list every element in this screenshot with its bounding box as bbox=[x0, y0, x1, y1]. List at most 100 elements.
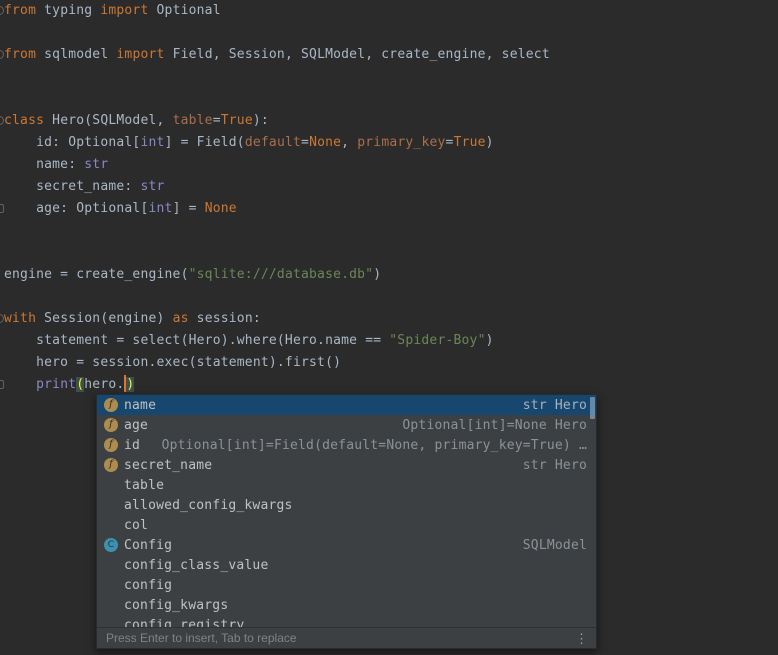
code-token: "sqlite:///database.db" bbox=[189, 267, 374, 282]
code-token: with bbox=[4, 311, 36, 326]
icon-placeholder bbox=[104, 598, 118, 612]
code-line[interactable]: from sqlmodel import Field, Session, SQL… bbox=[0, 44, 778, 66]
code-token: age: Optional[ bbox=[4, 201, 148, 216]
completion-type-hint: Optional[int]=Field(default=None, primar… bbox=[162, 438, 587, 453]
code-line[interactable]: age: Optional[int] = None bbox=[0, 198, 778, 220]
code-token: True bbox=[454, 135, 486, 150]
completion-item-config_kwargs[interactable]: config_kwargs bbox=[97, 595, 596, 615]
code-token: Hero(SQLModel, bbox=[44, 113, 172, 128]
completion-label: name bbox=[124, 398, 156, 413]
code-token: = bbox=[301, 135, 309, 150]
code-token: default bbox=[245, 135, 301, 150]
completion-item-config[interactable]: config bbox=[97, 575, 596, 595]
code-token: ) bbox=[486, 333, 494, 348]
completion-item-secret_name[interactable]: fsecret_namestr Hero bbox=[97, 455, 596, 475]
field-icon: f bbox=[104, 418, 118, 432]
completion-item-age[interactable]: fage Optional[int]=None Hero bbox=[97, 415, 596, 435]
code-token: statement = select(Hero).where(Hero.name… bbox=[4, 333, 389, 348]
code-token: "Spider-Boy" bbox=[389, 333, 485, 348]
code-editor[interactable]: from typing import Optional from sqlmodel… bbox=[0, 0, 778, 396]
code-token: from bbox=[4, 3, 36, 18]
code-token: session: bbox=[189, 311, 261, 326]
class-icon: C bbox=[104, 538, 118, 552]
code-line[interactable] bbox=[0, 286, 778, 308]
code-token: str bbox=[140, 179, 164, 194]
scrollbar-thumb[interactable] bbox=[590, 397, 595, 419]
completion-item-col[interactable]: col bbox=[97, 515, 596, 535]
completion-label: col bbox=[124, 518, 148, 533]
code-token: secret_name: bbox=[4, 179, 140, 194]
code-token: = bbox=[213, 113, 221, 128]
code-line[interactable] bbox=[0, 242, 778, 264]
code-token: print bbox=[36, 377, 76, 392]
code-line[interactable]: from typing import Optional bbox=[0, 0, 778, 22]
completion-item-config_class_value[interactable]: config_class_value bbox=[97, 555, 596, 575]
code-line[interactable]: name: str bbox=[0, 154, 778, 176]
code-token: , bbox=[341, 135, 357, 150]
code-token: ) bbox=[373, 267, 381, 282]
icon-placeholder bbox=[104, 558, 118, 572]
completion-type-hint: Optional[int]=None Hero bbox=[402, 418, 587, 433]
completion-footer: Press Enter to insert, Tab to replace ⋮ bbox=[97, 627, 596, 648]
code-token: ) bbox=[126, 377, 134, 392]
code-token: None bbox=[309, 135, 341, 150]
completion-item-id[interactable]: fidOptional[int]=Field(default=None, pri… bbox=[97, 435, 596, 455]
completion-label: secret_name bbox=[124, 458, 212, 473]
code-token: as bbox=[173, 311, 189, 326]
code-token: Optional bbox=[149, 3, 221, 18]
completion-label: config_kwargs bbox=[124, 598, 228, 613]
completion-label: config_registry bbox=[124, 618, 244, 628]
code-line[interactable] bbox=[0, 220, 778, 242]
code-token: primary_key bbox=[357, 135, 445, 150]
completion-label: table bbox=[124, 478, 164, 493]
code-token: hero = session.exec(statement).first() bbox=[4, 355, 341, 370]
completion-item-name[interactable]: fnamestr Hero bbox=[97, 395, 596, 415]
code-token: None bbox=[205, 201, 237, 216]
completion-item-table[interactable]: table bbox=[97, 475, 596, 495]
code-token bbox=[4, 377, 36, 392]
code-token: id: Optional[ bbox=[4, 135, 140, 150]
code-line[interactable] bbox=[0, 22, 778, 44]
completion-type-hint: str Hero bbox=[523, 398, 587, 413]
icon-placeholder bbox=[104, 618, 118, 627]
code-token: True bbox=[221, 113, 253, 128]
code-token: import bbox=[100, 3, 148, 18]
completion-item-allowed_config_kwargs[interactable]: allowed_config_kwargs bbox=[97, 495, 596, 515]
icon-placeholder bbox=[104, 518, 118, 532]
code-line[interactable]: secret_name: str bbox=[0, 176, 778, 198]
code-token: ] = Field( bbox=[165, 135, 245, 150]
completion-popup: fnamestr HerofageOptional[int]=None Hero… bbox=[96, 394, 597, 649]
completion-item-config_registry[interactable]: config_registry bbox=[97, 615, 596, 627]
icon-placeholder bbox=[104, 498, 118, 512]
completion-label: age bbox=[124, 418, 148, 433]
code-line[interactable]: engine = create_engine("sqlite:///databa… bbox=[0, 264, 778, 286]
code-line[interactable]: print(hero.) bbox=[0, 374, 778, 396]
code-token: typing bbox=[36, 3, 100, 18]
gutter-icon-fragment bbox=[0, 204, 4, 213]
completion-label: id bbox=[124, 438, 140, 453]
completion-item-Config[interactable]: CConfigSQLModel bbox=[97, 535, 596, 555]
field-icon: f bbox=[104, 458, 118, 472]
code-line[interactable]: hero = session.exec(statement).first() bbox=[0, 352, 778, 374]
code-token: int bbox=[148, 201, 172, 216]
code-line[interactable]: id: Optional[int] = Field(default=None, … bbox=[0, 132, 778, 154]
code-token: Session(engine) bbox=[36, 311, 172, 326]
code-token: class bbox=[4, 113, 44, 128]
icon-placeholder bbox=[104, 578, 118, 592]
code-line[interactable]: with Session(engine) as session: bbox=[0, 308, 778, 330]
code-token: name: bbox=[4, 157, 84, 172]
completion-hint-text: Press Enter to insert, Tab to replace bbox=[106, 631, 297, 645]
code-line[interactable] bbox=[0, 88, 778, 110]
code-token: ): bbox=[253, 113, 269, 128]
completion-label: config bbox=[124, 578, 172, 593]
code-line[interactable] bbox=[0, 66, 778, 88]
code-token: str bbox=[84, 157, 108, 172]
completion-list[interactable]: fnamestr HerofageOptional[int]=None Hero… bbox=[97, 395, 596, 627]
more-options-icon[interactable]: ⋮ bbox=[575, 632, 588, 645]
icon-placeholder bbox=[104, 478, 118, 492]
completion-type-hint: SQLModel bbox=[523, 538, 587, 553]
code-line[interactable]: statement = select(Hero).where(Hero.name… bbox=[0, 330, 778, 352]
code-token: ] = bbox=[173, 201, 205, 216]
code-line[interactable]: class Hero(SQLModel, table=True): bbox=[0, 110, 778, 132]
code-token: = bbox=[446, 135, 454, 150]
